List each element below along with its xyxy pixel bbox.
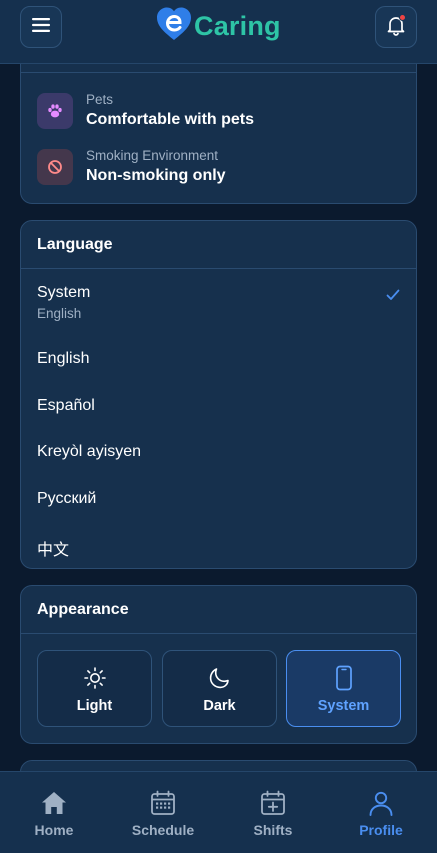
pref-value: Non-smoking only <box>86 167 226 184</box>
pref-row-pets: Pets Comfortable with pets <box>37 92 400 132</box>
language-option-label: System <box>37 284 91 301</box>
divider <box>21 633 416 634</box>
app-header: Caring <box>0 0 437 64</box>
appearance-system-button[interactable]: System <box>286 650 401 727</box>
nav-item-schedule[interactable]: Schedule <box>113 772 213 853</box>
language-option-label: Español <box>37 397 95 414</box>
appearance-light-button[interactable]: Light <box>37 650 152 727</box>
user-icon <box>368 790 394 816</box>
nav-label: Schedule <box>131 822 195 838</box>
language-option-label: Kreyòl ayisyen <box>37 443 142 460</box>
notifications-button[interactable] <box>375 6 417 48</box>
language-option-sublabel: English <box>37 306 82 321</box>
language-option-label: 中文 <box>37 542 70 559</box>
appearance-card: Appearance Light Dark System <box>20 585 417 744</box>
nav-item-shifts[interactable]: Shifts <box>223 772 323 853</box>
sun-icon <box>83 665 107 691</box>
language-option-kreyol[interactable]: Kreyòl ayisyen <box>37 443 400 461</box>
appearance-mode-label: System <box>317 698 370 714</box>
brand-logo: Caring <box>155 6 281 46</box>
nav-label: Profile <box>359 822 403 838</box>
language-option-system[interactable]: System English <box>37 284 400 321</box>
language-option-english[interactable]: English <box>37 350 400 368</box>
no-smoking-icon <box>37 149 73 185</box>
bottom-navigation: Home Schedule Shifts Profile <box>0 771 437 853</box>
phone-icon <box>335 665 353 691</box>
language-option-chinese[interactable]: 中文 <box>37 536 400 560</box>
calendar-plus-icon <box>260 790 286 816</box>
nav-label: Home <box>34 822 74 838</box>
calendar-icon <box>150 790 176 816</box>
pref-value: Comfortable with pets <box>86 111 255 128</box>
nav-label: Shifts <box>253 822 293 838</box>
appearance-mode-label: Light <box>76 698 113 714</box>
appearance-mode-label: Dark <box>203 698 236 714</box>
language-title: Language <box>37 236 113 253</box>
appearance-dark-button[interactable]: Dark <box>162 650 277 727</box>
menu-button[interactable] <box>20 6 62 48</box>
checkmark-icon <box>386 288 400 306</box>
pref-row-smoking: Smoking Environment Non-smoking only <box>37 148 400 188</box>
appearance-title: Appearance <box>37 601 129 618</box>
divider <box>21 72 416 73</box>
pref-label: Pets <box>86 92 114 107</box>
divider <box>21 268 416 269</box>
paw-icon <box>37 93 73 129</box>
moon-icon <box>208 665 232 691</box>
preferences-card: Pets Comfortable with pets Smoking Envir… <box>20 52 417 204</box>
brand-name: Caring <box>194 10 281 41</box>
home-icon <box>40 790 68 816</box>
language-option-espanol[interactable]: Español <box>37 397 400 415</box>
heart-logo-icon <box>155 5 193 48</box>
language-card: Language System English English Español … <box>20 220 417 569</box>
language-option-label: English <box>37 350 90 367</box>
bell-icon <box>384 13 408 42</box>
nav-item-home[interactable]: Home <box>4 772 104 853</box>
language-option-russian[interactable]: Русский <box>37 490 400 508</box>
nav-item-profile[interactable]: Profile <box>331 772 431 853</box>
hamburger-menu-icon <box>31 17 51 38</box>
pref-label: Smoking Environment <box>86 148 219 163</box>
language-option-label: Русский <box>37 490 97 507</box>
